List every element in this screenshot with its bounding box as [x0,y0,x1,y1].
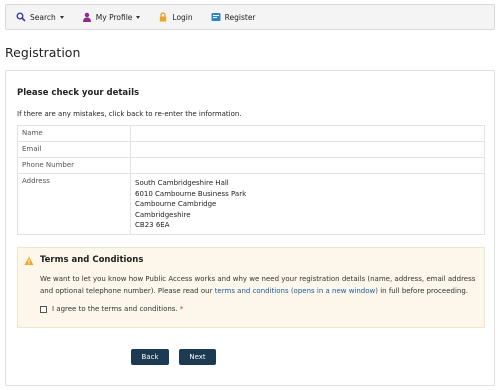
register-icon [211,12,221,22]
check-details-heading: Please check your details [17,88,140,98]
address-line: South Cambridgeshire Hall [135,179,229,187]
email-label: Email [17,141,131,158]
phone-value [130,157,485,174]
address-line: Cambourne Cambridge [135,200,217,208]
address-line: CB23 6EA [135,221,170,229]
phone-label: Phone Number [17,157,131,174]
address-label: Address [17,173,131,235]
email-value [130,141,485,158]
agree-checkbox[interactable] [40,305,47,313]
name-label: Name [17,125,131,142]
agree-terms[interactable]: I agree to the terms and conditions. * [40,305,183,313]
back-button[interactable]: Back [131,349,169,365]
terms-body-text-end: in full before proceeding. [378,286,469,295]
page-title: Registration [5,45,81,60]
nav-register[interactable]: Register [211,12,256,22]
nav-search[interactable]: Search [16,12,64,22]
nav-search-label: Search [30,12,56,22]
user-icon [82,12,92,22]
registration-panel: Please check your details If there are a… [5,70,495,386]
address-line: Cambridgeshire [135,210,191,219]
table-row: Email [17,141,485,158]
terms-box: Terms and Conditions We want to let you … [17,247,485,328]
required-marker: * [179,305,184,313]
table-row: Name [17,125,485,142]
nav-login[interactable]: Login [158,12,193,22]
search-icon [16,12,26,22]
details-table: Name Email Phone Number Address South Ca… [17,125,485,235]
nav-my-profile-label: My Profile [95,12,133,22]
nav-register-label: Register [224,12,256,22]
next-button[interactable]: Next [179,349,216,365]
address-value: South Cambridgeshire Hall 6010 Cambourne… [130,173,485,235]
table-row: Address South Cambridgeshire Hall 6010 C… [17,173,485,235]
table-row: Phone Number [17,157,485,174]
address-line: 6010 Cambourne Business Park [135,189,247,198]
chevron-down-icon [59,15,64,19]
top-navigation: Search My Profile Login Register [5,4,495,30]
nav-my-profile[interactable]: My Profile [82,12,141,22]
terms-body: We want to let you know how Public Acces… [40,274,478,297]
terms-link[interactable]: terms and conditions (opens in a new win… [215,287,378,295]
agree-label: I agree to the terms and conditions. [52,305,178,313]
name-value [130,125,485,142]
nav-login-label: Login [172,12,193,22]
lock-icon [158,12,168,22]
chevron-down-icon [136,15,141,19]
check-details-intro: If there are any mistakes, click back to… [17,110,242,118]
warning-icon [24,256,34,266]
terms-title: Terms and Conditions [40,255,144,265]
